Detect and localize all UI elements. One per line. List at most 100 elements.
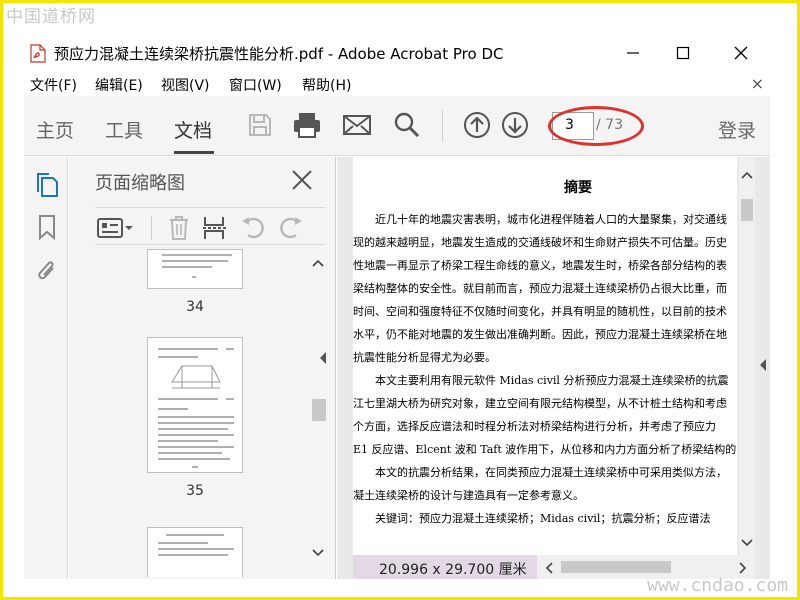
email-icon <box>343 115 371 135</box>
menu-file[interactable]: 文件(F) <box>30 75 77 95</box>
page-up-icon <box>464 112 490 138</box>
search-icon <box>394 112 420 138</box>
tab-document[interactable]: 文档 <box>174 116 212 143</box>
maximize-button[interactable] <box>660 40 706 66</box>
thumbnail-number-34: 34 <box>186 299 204 315</box>
rotate-left-icon <box>242 217 264 239</box>
panel-tools-divider <box>151 216 152 240</box>
bookmarks-button[interactable] <box>34 213 60 241</box>
thumbnail-scrollbar[interactable] <box>309 249 326 579</box>
thumbnail-options-icon <box>97 218 133 238</box>
document-line: 个方面，选择反应谱法和时程分析法对桥梁结构进行分析，并考虑了预应力 <box>353 420 716 433</box>
next-page-button[interactable] <box>500 110 530 140</box>
thumbnail-page-36[interactable] <box>147 527 243 577</box>
active-tab-indicator <box>174 151 214 154</box>
print-button[interactable] <box>292 110 322 140</box>
navigation-rail <box>24 157 68 579</box>
chevron-up-icon <box>312 259 324 267</box>
expand-right-pane-button[interactable] <box>759 357 767 376</box>
document-line: 水平，仍不能对地震的发生做出准确判断。因此，预应力混凝土连续梁桥在地 <box>353 328 727 341</box>
document-view: 摘要 近几十年的地震灾害表明，城市化进程伴随着人口的大量聚集，对交通线 现的越来… <box>337 157 770 579</box>
search-button[interactable] <box>392 110 422 140</box>
minimize-button[interactable] <box>610 40 656 66</box>
chevron-left-icon <box>760 359 766 371</box>
chevron-left-icon <box>545 562 553 574</box>
page-size-display: 20.996 x 29.700 厘米 <box>353 555 537 579</box>
document-line: 关键词：预应力混凝土连续梁桥；Midas civil；抗震分析；反应谱法 <box>353 512 711 525</box>
watermark-bottom-right: www.cndao.com <box>647 575 788 596</box>
panel-toolbar <box>95 207 325 245</box>
document-heading: 摘要 <box>564 180 592 196</box>
toolbar-divider <box>442 110 443 142</box>
chevron-up-icon <box>741 171 753 179</box>
save-button[interactable] <box>245 110 275 140</box>
document-line: 凝土连续梁桥的设计与建造具有一定参考意义。 <box>353 489 584 502</box>
document-line: 近几十年的地震灾害表明，城市化进程伴随着人口的大量聚集，对交通线 <box>353 213 727 226</box>
menu-help[interactable]: 帮助(H) <box>302 75 351 95</box>
thumbnail-options-button[interactable] <box>95 215 135 241</box>
horizontal-scrollbar-thumb[interactable] <box>561 561 671 573</box>
menu-window[interactable]: 窗口(W) <box>229 75 282 95</box>
rotate-right-icon <box>280 217 302 239</box>
attachments-button[interactable] <box>34 257 60 285</box>
document-line: 本文主要利用有限元软件 Midas civil 分析预应力混凝土连续梁桥的抗震 <box>353 374 729 387</box>
save-icon <box>249 114 271 136</box>
collapse-panel-button[interactable] <box>319 350 327 369</box>
document-scrollbar-thumb[interactable] <box>741 199 753 221</box>
print-icon <box>294 113 320 138</box>
document-line: 抗震性能分析显得尤为必要。 <box>353 351 496 364</box>
insert-page-button[interactable] <box>201 215 229 241</box>
thumbnail-page-34[interactable] <box>147 249 243 289</box>
watermark-top-left: 中国道桥网 <box>6 7 96 27</box>
minimize-icon <box>627 52 639 54</box>
document-horizontal-scrollbar[interactable] <box>539 557 755 577</box>
title-bar: 预应力混凝土连续梁桥抗震性能分析.pdf - Adobe Acrobat Pro… <box>24 34 770 72</box>
document-line: 现的越来越明显，地震发生造成的交通线破坏和生命财产损失不可估量。历史 <box>353 236 727 249</box>
chevron-down-icon <box>312 549 324 557</box>
insert-page-icon <box>203 217 227 239</box>
document-page[interactable]: 摘要 近几十年的地震灾害表明，城市化进程伴随着人口的大量聚集，对交通线 现的越来… <box>353 157 737 555</box>
close-document-button[interactable]: × <box>751 74 764 93</box>
acrobat-window: 预应力混凝土连续梁桥抗震性能分析.pdf - Adobe Acrobat Pro… <box>24 34 770 579</box>
page-down-icon <box>502 112 528 138</box>
thumbnail-number-35: 35 <box>186 483 204 499</box>
thumbnails-panel: 页面缩略图 34 35 <box>69 157 336 579</box>
login-button[interactable]: 登录 <box>718 116 756 143</box>
pdf-file-icon <box>30 44 46 63</box>
delete-page-icon <box>170 216 188 240</box>
attachments-icon <box>38 261 54 280</box>
thumbnail-diagram <box>171 365 221 389</box>
page-thumbnails-icon <box>37 173 58 197</box>
close-window-button[interactable] <box>718 40 764 66</box>
document-line: E1 反应谱、Elcent 波和 Taft 波作用下，从位移和内力方面分析了桥梁… <box>353 443 737 456</box>
previous-page-button[interactable] <box>462 110 492 140</box>
document-line: 时间、空间和强度特征不仅随时间变化，并具有明显的随机性，以目前的技术 <box>353 305 727 318</box>
rotate-right-button[interactable] <box>277 215 305 241</box>
window-title: 预应力混凝土连续梁桥抗震性能分析.pdf - Adobe Acrobat Pro… <box>54 45 504 63</box>
menu-bar: 文件(F) 编辑(E) 视图(V) 窗口(W) 帮助(H) × <box>24 72 770 96</box>
bookmarks-icon <box>39 215 55 240</box>
close-icon <box>292 170 312 190</box>
panel-title: 页面缩略图 <box>95 173 185 194</box>
tab-tools[interactable]: 工具 <box>105 116 143 143</box>
menu-view[interactable]: 视图(V) <box>161 75 210 95</box>
maximize-icon <box>676 46 690 60</box>
document-line: 江七里湖大桥为研究对象，建立空间有限元结构模型，从不计桩土结构和考虑 <box>353 397 727 410</box>
close-icon <box>734 46 748 60</box>
main-toolbar: 主页 工具 文档 3 / 73 登录 <box>24 96 770 156</box>
thumbnail-scrollbar-thumb[interactable] <box>312 399 326 421</box>
menu-edit[interactable]: 编辑(E) <box>95 75 143 95</box>
tab-home[interactable]: 主页 <box>36 116 74 143</box>
close-panel-button[interactable] <box>291 169 313 195</box>
chevron-left-icon <box>320 352 326 364</box>
rotate-left-button[interactable] <box>239 215 267 241</box>
document-vertical-scrollbar[interactable] <box>739 157 755 555</box>
page-thumbnails-button[interactable] <box>34 171 60 199</box>
email-button[interactable] <box>342 110 372 140</box>
delete-page-button[interactable] <box>165 215 193 241</box>
highlight-annotation <box>548 106 644 146</box>
document-line: 本文的抗震分析结果，在同类预应力混凝土连续梁桥中可采用类似方法， <box>353 466 727 479</box>
document-line: 性地震一再显示了桥梁工程生命线的意义，地震发生时，桥梁各部分结构的表 <box>353 259 727 272</box>
thumbnail-page-35[interactable] <box>147 337 243 473</box>
chevron-right-icon <box>739 562 747 574</box>
